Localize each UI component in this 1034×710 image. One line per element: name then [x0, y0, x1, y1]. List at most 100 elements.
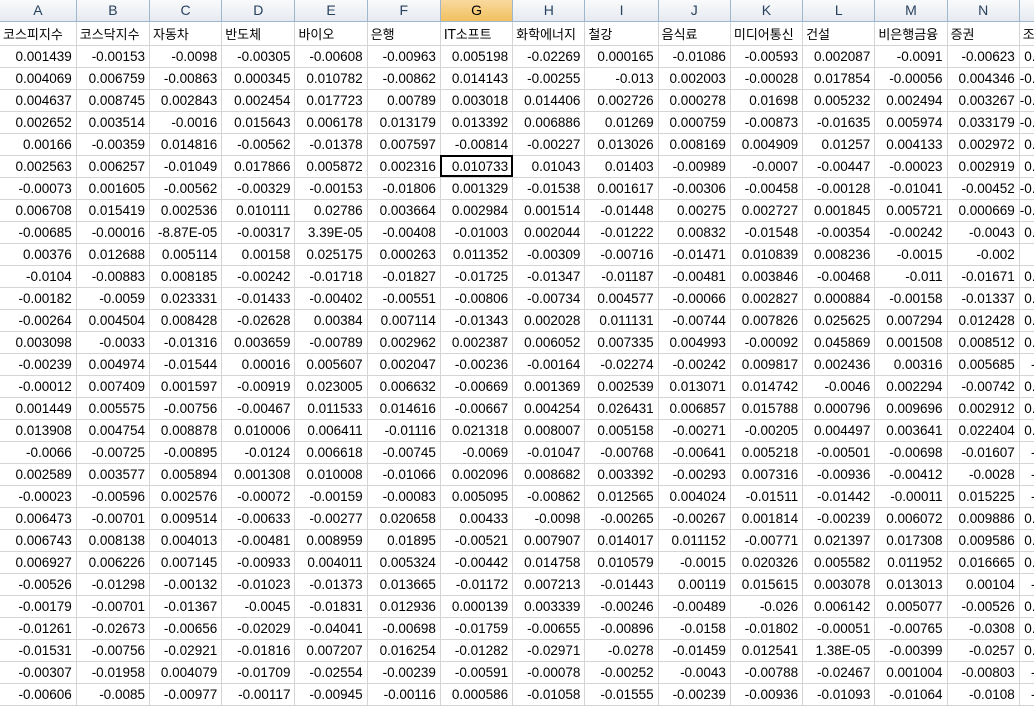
- data-cell[interactable]: -0.0091: [874, 45, 948, 68]
- data-cell[interactable]: -0.0: [1019, 177, 1034, 200]
- data-cell[interactable]: -0: [1019, 573, 1034, 596]
- data-cell[interactable]: 0.00832: [658, 221, 731, 244]
- data-cell[interactable]: -0.0: [1019, 199, 1034, 222]
- data-cell[interactable]: 0.006411: [294, 419, 368, 442]
- data-cell[interactable]: 0.017723: [294, 89, 368, 112]
- data-cell[interactable]: 0.01403: [584, 155, 659, 178]
- data-cell[interactable]: -0.00458: [730, 177, 804, 200]
- data-cell[interactable]: -0.00271: [658, 419, 731, 442]
- data-cell[interactable]: 0.045869: [802, 331, 876, 354]
- data-cell[interactable]: -0.00083: [367, 485, 441, 508]
- data-cell[interactable]: -0.00255: [512, 67, 586, 90]
- data-cell[interactable]: -0.00771: [730, 529, 804, 552]
- data-cell[interactable]: 0.020326: [730, 551, 804, 574]
- data-cell[interactable]: -0.00023: [0, 485, 77, 508]
- data-cell[interactable]: 0.003641: [874, 419, 948, 442]
- data-cell[interactable]: -0.00205: [730, 419, 804, 442]
- column-header-g[interactable]: G: [440, 0, 514, 22]
- data-cell[interactable]: -0: [1019, 661, 1034, 684]
- data-cell[interactable]: 0.007145: [149, 551, 223, 574]
- data-cell[interactable]: -0.01378: [294, 133, 368, 156]
- data-cell[interactable]: -0.00936: [802, 463, 876, 486]
- data-cell[interactable]: 0.007114: [367, 309, 441, 332]
- data-cell[interactable]: -0.00265: [584, 507, 659, 530]
- data-cell[interactable]: 0.007335: [584, 331, 659, 354]
- data-cell[interactable]: 0.016665: [947, 551, 1020, 574]
- data-cell[interactable]: -0.0066: [0, 441, 77, 464]
- data-cell[interactable]: -0.00989: [658, 155, 731, 178]
- column-header-l[interactable]: L: [802, 0, 876, 22]
- data-cell[interactable]: -0.00072: [221, 485, 296, 508]
- data-cell[interactable]: -0.00863: [149, 67, 223, 90]
- data-cell[interactable]: 0.015615: [730, 573, 804, 596]
- data-cell[interactable]: 0.006226: [76, 551, 150, 574]
- data-cell[interactable]: 0.012565: [584, 485, 659, 508]
- data-cell[interactable]: 0.015225: [947, 485, 1020, 508]
- data-cell[interactable]: -0.00591: [440, 661, 514, 684]
- data-cell[interactable]: 0.001449: [0, 397, 77, 420]
- data-cell[interactable]: -0.00725: [76, 441, 150, 464]
- data-cell[interactable]: -0.00744: [658, 309, 731, 332]
- data-cell[interactable]: -0.00945: [294, 683, 368, 706]
- data-cell[interactable]: 0.021397: [802, 529, 876, 552]
- data-cell[interactable]: -0.00023: [874, 155, 948, 178]
- data-cell[interactable]: -0.01047: [512, 441, 586, 464]
- data-cell[interactable]: 0.002972: [947, 133, 1020, 156]
- data-cell[interactable]: -0: [1019, 463, 1034, 486]
- data-cell[interactable]: 0.002387: [440, 331, 514, 354]
- data-cell[interactable]: 0.005114: [149, 243, 223, 266]
- data-cell[interactable]: 0.010008: [294, 463, 368, 486]
- data-cell[interactable]: 0.003018: [440, 89, 514, 112]
- data-cell[interactable]: 0.009886: [947, 507, 1020, 530]
- data-cell[interactable]: -0.00159: [294, 485, 368, 508]
- data-cell[interactable]: -0.00293: [658, 463, 731, 486]
- data-cell[interactable]: 0.004974: [76, 353, 150, 376]
- data-cell[interactable]: 0.005575: [76, 397, 150, 420]
- data-cell[interactable]: -0.00092: [730, 331, 804, 354]
- data-cell[interactable]: 0.004754: [76, 419, 150, 442]
- data-cell[interactable]: 0.005974: [874, 111, 948, 134]
- data-cell[interactable]: 0.003078: [802, 573, 876, 596]
- data-cell[interactable]: 0.006927: [0, 551, 77, 574]
- data-cell[interactable]: -0.013: [584, 67, 659, 90]
- data-cell[interactable]: -0.00765: [874, 617, 948, 640]
- data-cell[interactable]: -0.00936: [730, 683, 804, 706]
- data-cell[interactable]: -0.0045: [221, 595, 296, 618]
- data-cell[interactable]: 0.005158: [584, 419, 659, 442]
- data-cell[interactable]: 0.001329: [440, 177, 514, 200]
- sector-name-cell[interactable]: 반도체: [221, 21, 296, 46]
- column-header-f[interactable]: F: [367, 0, 441, 22]
- data-cell[interactable]: -0.00551: [367, 287, 441, 310]
- data-cell[interactable]: -0.02673: [76, 617, 150, 640]
- data-cell[interactable]: 0.002563: [0, 155, 77, 178]
- data-cell[interactable]: 0.003267: [947, 89, 1020, 112]
- data-cell[interactable]: 0.00376: [0, 243, 77, 266]
- data-cell[interactable]: -0.01718: [294, 265, 368, 288]
- data-cell[interactable]: 0.013013: [874, 573, 948, 596]
- data-cell[interactable]: -0.00873: [730, 111, 804, 134]
- data-cell[interactable]: 0.002454: [221, 89, 296, 112]
- data-cell[interactable]: -0.00239: [802, 507, 876, 530]
- data-cell[interactable]: -0.00402: [294, 287, 368, 310]
- data-cell[interactable]: -0.00803: [947, 661, 1020, 684]
- sector-name-cell[interactable]: 코스피지수: [0, 21, 77, 46]
- data-cell[interactable]: -0.01343: [440, 309, 514, 332]
- data-cell[interactable]: -0.01282: [440, 639, 514, 662]
- data-cell[interactable]: -0.01802: [730, 617, 804, 640]
- data-cell[interactable]: 0.007213: [512, 573, 586, 596]
- data-cell[interactable]: -0.01443: [584, 573, 659, 596]
- data-cell[interactable]: -0.0085: [76, 683, 150, 706]
- data-cell[interactable]: -0.00179: [0, 595, 77, 618]
- data-cell[interactable]: 0.004011: [294, 551, 368, 574]
- data-cell[interactable]: -0.00977: [149, 683, 223, 706]
- data-cell[interactable]: -0.0278: [584, 639, 659, 662]
- data-cell[interactable]: -0.00116: [367, 683, 441, 706]
- data-cell[interactable]: -0.00862: [512, 485, 586, 508]
- data-cell[interactable]: -0.01531: [0, 639, 77, 662]
- data-cell[interactable]: -0.01548: [730, 221, 804, 244]
- data-cell[interactable]: -0.00016: [76, 221, 150, 244]
- data-cell[interactable]: -0.00011: [874, 485, 948, 508]
- data-cell[interactable]: 0.008512: [947, 331, 1020, 354]
- data-cell[interactable]: -0.01086: [658, 45, 731, 68]
- data-cell[interactable]: 0.000345: [221, 67, 296, 90]
